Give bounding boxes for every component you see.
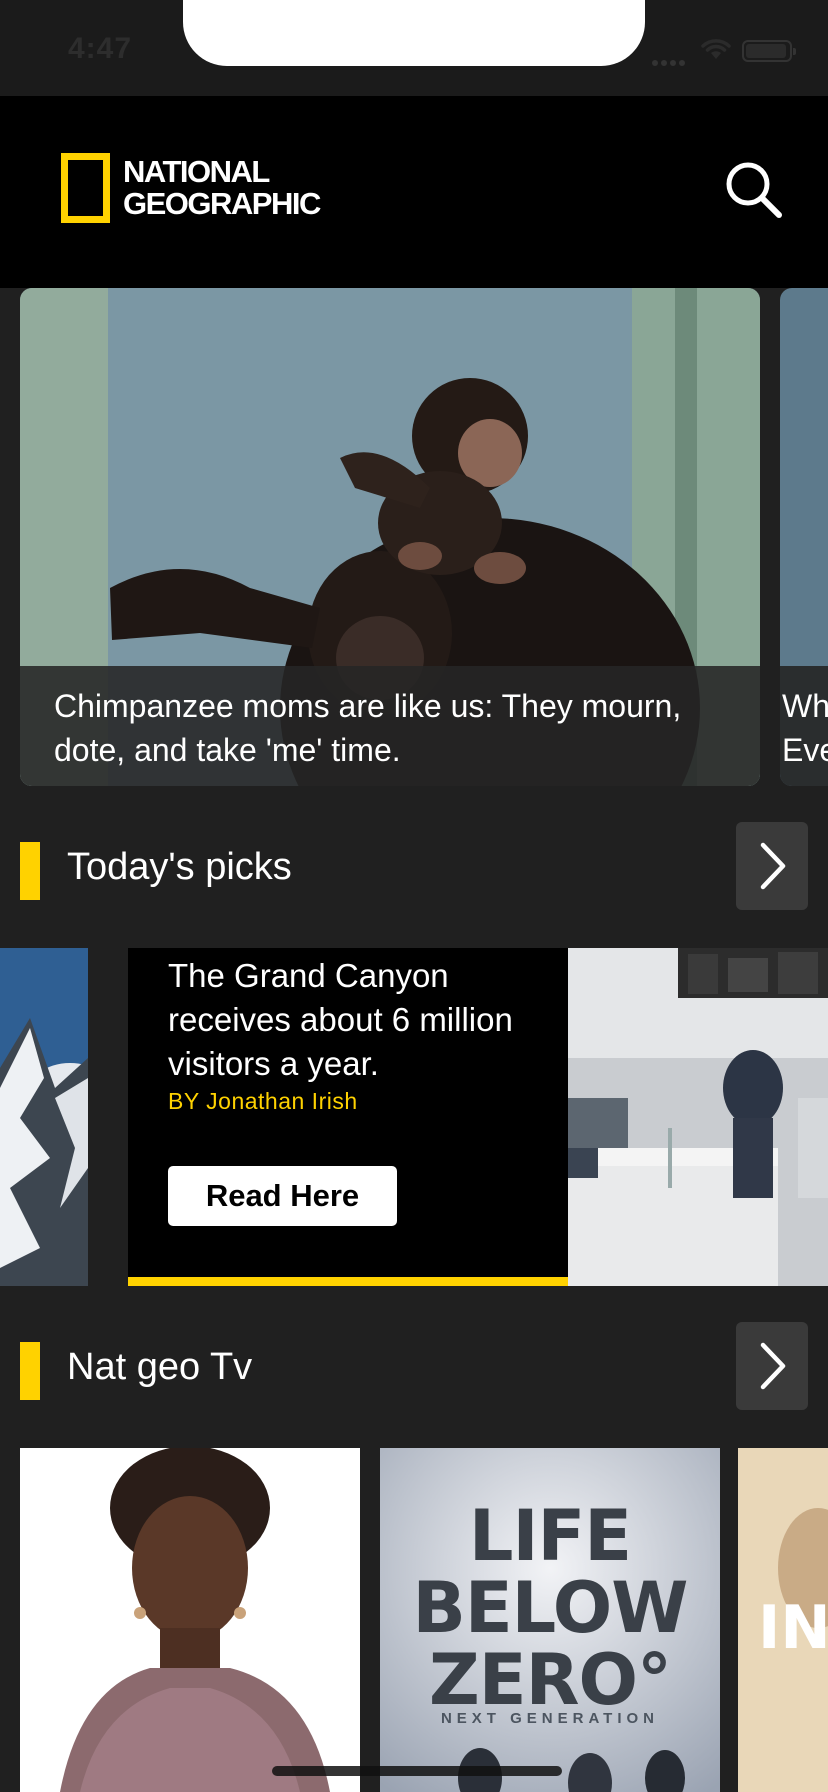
tv-poster[interactable]: IN: [738, 1448, 828, 1792]
app-header: NATIONAL GEOGRAPHIC: [0, 96, 828, 288]
section-nat-geo-tv: Nat geo Tv: [0, 1322, 828, 1412]
poster-image: IN: [738, 1448, 828, 1792]
notch: [183, 0, 645, 66]
nat-geo-tv-more-button[interactable]: [736, 1322, 808, 1410]
airport-image: [568, 948, 828, 1286]
search-icon[interactable]: [722, 158, 784, 220]
hero-card-next[interactable]: Wh Eve: [780, 288, 828, 786]
nat-geo-tv-carousel[interactable]: LIFE BELOW ZERO° NEXT GENERATION IN: [0, 1448, 828, 1792]
tv-poster[interactable]: [20, 1448, 360, 1792]
natgeo-logo[interactable]: NATIONAL GEOGRAPHIC: [61, 152, 321, 224]
mountain-image: [0, 948, 88, 1286]
chevron-right-icon: [760, 842, 786, 890]
svg-text:IN: IN: [758, 1593, 828, 1663]
read-here-button[interactable]: Read Here: [168, 1166, 397, 1226]
todays-picks-carousel[interactable]: The Grand Canyon receives about 6 millio…: [0, 948, 828, 1286]
pick-title: The Grand Canyon receives about 6 millio…: [168, 957, 513, 1082]
section-title: Today's picks: [67, 846, 292, 888]
chevron-right-icon: [760, 1342, 786, 1390]
hero-card[interactable]: Chimpanzee moms are like us: They mourn,…: [20, 288, 760, 786]
status-time: 4:47: [68, 32, 133, 65]
pick-card[interactable]: The Grand Canyon receives about 6 millio…: [128, 948, 568, 1286]
logo-line-1: NATIONAL: [123, 154, 270, 189]
pick-progress-bar: [128, 1277, 568, 1286]
status-bar: 4:47: [0, 0, 828, 96]
pick-byline: BY Jonathan Irish: [168, 1088, 358, 1114]
portrait-image: [20, 1448, 360, 1792]
section-todays-picks: Today's picks: [0, 822, 828, 912]
hero-next-caption: Wh Eve: [780, 666, 828, 786]
section-accent-bar: [20, 842, 40, 900]
logo-frame-icon: [61, 153, 110, 223]
battery-icon: [742, 40, 796, 62]
home-indicator[interactable]: [272, 1766, 562, 1776]
todays-picks-more-button[interactable]: [736, 822, 808, 910]
wifi-icon: [701, 39, 731, 59]
section-accent-bar: [20, 1342, 40, 1400]
logo-line-2: GEOGRAPHIC: [123, 186, 321, 221]
poster-title: LIFE BELOW ZERO°: [412, 1495, 689, 1721]
hero-caption: Chimpanzee moms are like us: They mourn,…: [20, 666, 760, 786]
poster-subtitle: NEXT GENERATION: [440, 1710, 660, 1727]
section-title: Nat geo Tv: [67, 1346, 253, 1388]
signal-icon: [652, 53, 688, 66]
tv-poster-life-below-zero[interactable]: LIFE BELOW ZERO° NEXT GENERATION: [380, 1448, 720, 1792]
